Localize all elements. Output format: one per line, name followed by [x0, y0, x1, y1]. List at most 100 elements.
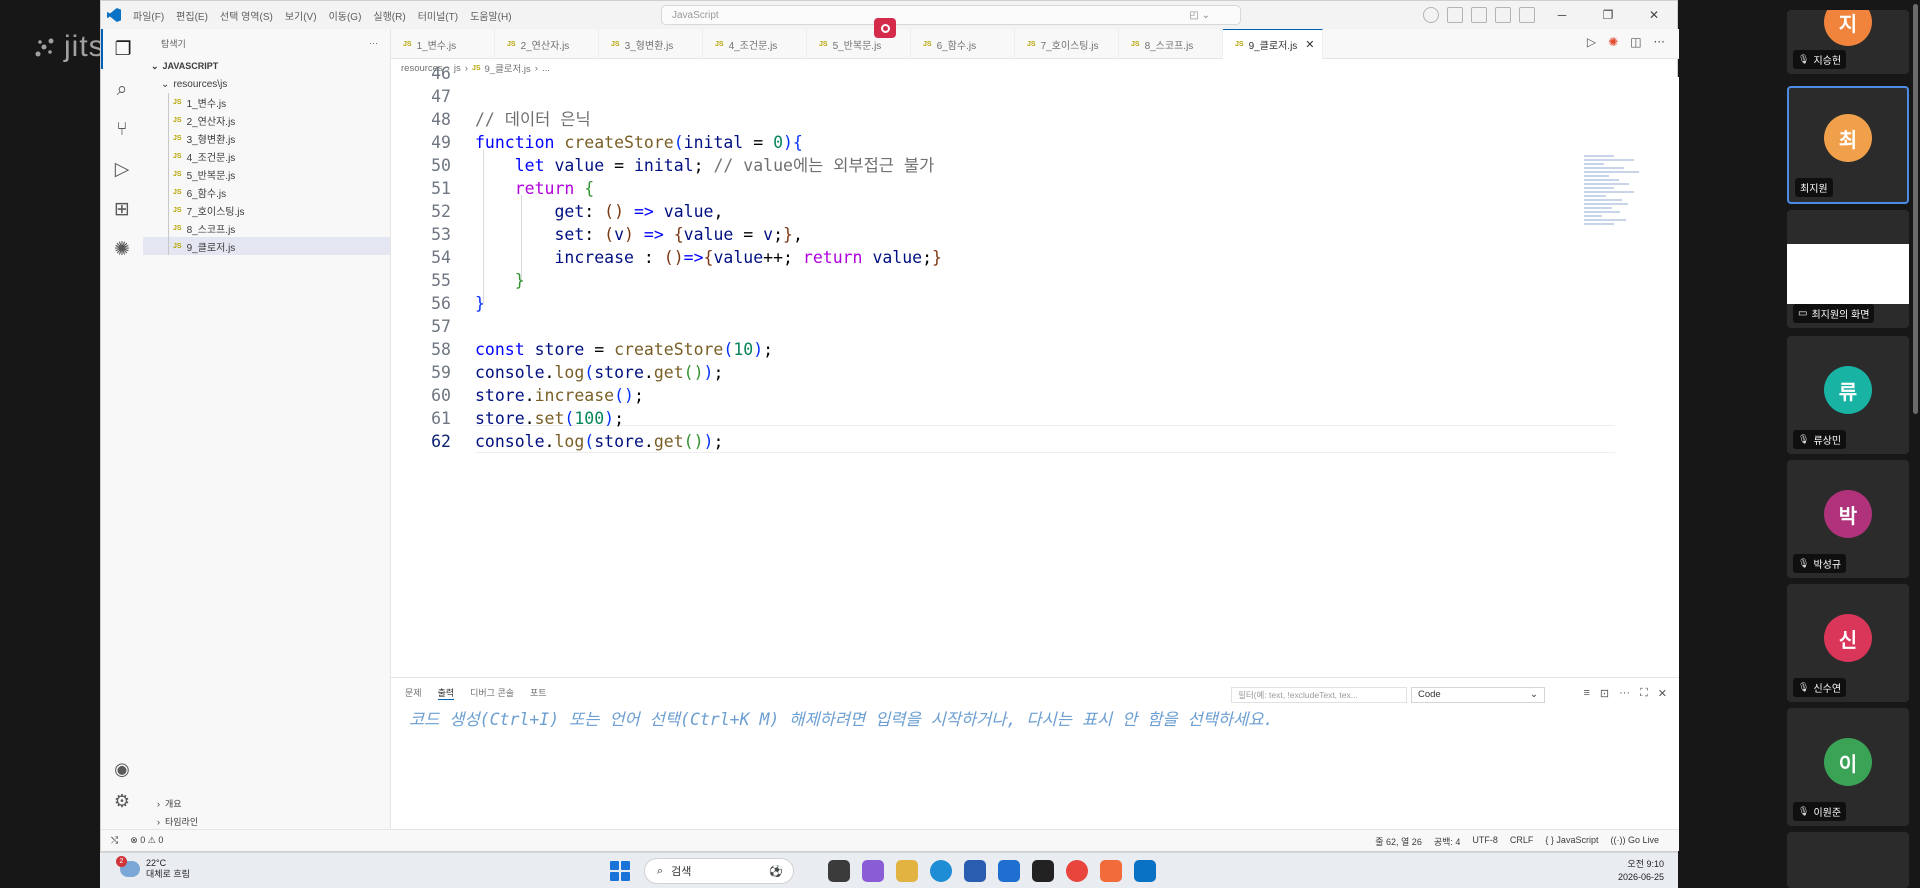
- participant-tile-active[interactable]: 최 최지원: [1787, 86, 1909, 204]
- search-icon[interactable]: ⌕: [101, 69, 143, 109]
- tab-4[interactable]: JS 4_조건문.js: [703, 29, 807, 59]
- more-actions-icon[interactable]: ···: [369, 38, 378, 48]
- tab-problems[interactable]: 문제: [405, 686, 422, 700]
- participant-tile[interactable]: 신 🎙 신수연: [1787, 584, 1909, 702]
- file-explorer-icon[interactable]: [896, 860, 918, 882]
- more-actions-icon[interactable]: ···: [1654, 35, 1665, 49]
- edge-icon[interactable]: [930, 860, 952, 882]
- participant-tile[interactable]: 류 🎙 류상민: [1787, 336, 1909, 454]
- menu-file[interactable]: 파일(F): [127, 8, 170, 23]
- split-editor-icon[interactable]: ◫: [1630, 35, 1641, 49]
- tab-debug-console[interactable]: 디버그 콘솔: [470, 686, 514, 700]
- indentation[interactable]: 공백: 4: [1434, 835, 1461, 848]
- taskbar-search[interactable]: ⌕ 검색 ⚽: [644, 858, 794, 884]
- copilot-icon[interactable]: ◰ ⌄: [1189, 10, 1210, 21]
- account-icon[interactable]: ◉: [101, 759, 143, 780]
- participant-tile[interactable]: 이 🎙 이원준: [1787, 708, 1909, 826]
- file-item-selected[interactable]: JS 9_클로저.js: [143, 237, 390, 255]
- tab-active[interactable]: JS 9_클로저.js ✕: [1223, 29, 1323, 59]
- chrome-icon[interactable]: [1066, 860, 1088, 882]
- lock-scroll-icon[interactable]: ⊡: [1600, 687, 1609, 700]
- go-live-button[interactable]: ((·)) Go Live: [1610, 835, 1659, 848]
- minimap[interactable]: [1584, 155, 1649, 265]
- output-channel-select[interactable]: Code ⌄: [1411, 687, 1545, 703]
- tab-1[interactable]: JS 1_변수.js: [391, 29, 495, 59]
- problems-count[interactable]: ⊗ 0 ⚠ 0: [130, 835, 163, 846]
- encoding[interactable]: UTF-8: [1472, 835, 1498, 848]
- close-panel-icon[interactable]: ✕: [1658, 687, 1667, 700]
- notion-icon[interactable]: [1032, 860, 1054, 882]
- toggle-sidebar-icon[interactable]: [1447, 7, 1463, 23]
- source-control-icon[interactable]: ⑂: [101, 109, 143, 149]
- minimize-button[interactable]: ─: [1539, 1, 1585, 29]
- mail-icon[interactable]: [998, 860, 1020, 882]
- record-indicator-icon[interactable]: [874, 18, 896, 38]
- outline-section[interactable]: › 개요: [143, 797, 182, 810]
- live-server-icon[interactable]: ✺: [101, 229, 143, 269]
- tab-output[interactable]: 출력: [437, 686, 455, 700]
- customize-layout-icon[interactable]: [1519, 7, 1535, 23]
- participant-tile-partial[interactable]: [1787, 832, 1909, 888]
- tab-3[interactable]: JS 3_형변환.js: [599, 29, 703, 59]
- store-app-icon[interactable]: [862, 860, 884, 882]
- live-preview-icon[interactable]: ✺: [1608, 35, 1618, 49]
- folder-resources-js[interactable]: ⌄ resources\js: [143, 75, 390, 93]
- file-item[interactable]: JS 5_반복문.js: [143, 165, 390, 183]
- workspace-folder[interactable]: ⌄ JAVASCRIPT: [143, 57, 390, 75]
- output-filter-input[interactable]: 필터(예: text, !excludeText, tex...: [1231, 687, 1407, 703]
- tab-2[interactable]: JS 2_연산자.js: [495, 29, 599, 59]
- menu-help[interactable]: 도움말(H): [464, 8, 517, 23]
- ms-store-icon[interactable]: [964, 860, 986, 882]
- run-file-icon[interactable]: ▷: [1587, 35, 1596, 49]
- command-center[interactable]: JavaScript ◰ ⌄: [661, 5, 1241, 25]
- cursor-position[interactable]: 줄 62, 열 26: [1375, 835, 1422, 848]
- close-tab-icon[interactable]: ✕: [1305, 38, 1314, 51]
- participants-scrollbar[interactable]: [1913, 4, 1918, 414]
- tab-8[interactable]: JS 8_스코프.js: [1119, 29, 1223, 59]
- more-actions-icon[interactable]: ···: [1619, 687, 1630, 700]
- file-item[interactable]: JS 4_조건문.js: [143, 147, 390, 165]
- editor-actions: ▷ ✺ ◫ ···: [1587, 35, 1665, 49]
- settings-gear-icon[interactable]: ⚙: [101, 791, 143, 812]
- toggle-panel-icon[interactable]: [1471, 7, 1487, 23]
- accounts-icon[interactable]: [1423, 7, 1439, 23]
- explorer-icon[interactable]: ❐: [101, 29, 143, 69]
- close-window-button[interactable]: ✕: [1631, 1, 1677, 29]
- language-mode[interactable]: { } JavaScript: [1545, 835, 1598, 848]
- code-editor[interactable]: 46 47 48// 데이터 은닉 49 function createStore…: [391, 64, 1679, 677]
- file-item[interactable]: JS 6_함수.js: [143, 183, 390, 201]
- maximize-panel-icon[interactable]: ⛶: [1640, 687, 1648, 700]
- toggle-secondary-sidebar-icon[interactable]: [1495, 7, 1511, 23]
- restore-button[interactable]: ❐: [1585, 1, 1631, 29]
- run-debug-icon[interactable]: ▷: [101, 149, 143, 189]
- file-item[interactable]: JS 2_연산자.js: [143, 111, 390, 129]
- menu-view[interactable]: 보기(V): [279, 8, 323, 23]
- windows-start-icon[interactable]: [610, 861, 630, 881]
- menu-terminal[interactable]: 터미널(T): [412, 8, 464, 23]
- remote-icon[interactable]: ⤭: [111, 835, 118, 846]
- tab-label: 4_조건문.js: [728, 40, 778, 52]
- menu-edit[interactable]: 편집(E): [170, 8, 214, 23]
- tab-7[interactable]: JS 7_호이스팅.js: [1015, 29, 1119, 59]
- screen-share-tile[interactable]: ▭ 최지원의 화면: [1787, 210, 1909, 328]
- menu-selection[interactable]: 선택 영역(S): [214, 8, 279, 23]
- live-share-app-icon[interactable]: [1100, 860, 1122, 882]
- end-of-line[interactable]: CRLF: [1510, 835, 1534, 848]
- vscode-taskbar-icon[interactable]: [1134, 860, 1156, 882]
- tab-ports[interactable]: 포트: [530, 686, 547, 700]
- menu-run[interactable]: 실행(R): [367, 8, 411, 23]
- participant-tile[interactable]: 박 🎙 박성규: [1787, 460, 1909, 578]
- file-item[interactable]: JS 7_호이스팅.js: [143, 201, 390, 219]
- clear-output-icon[interactable]: ≡: [1583, 687, 1589, 700]
- file-item[interactable]: JS 1_변수.js: [143, 93, 390, 111]
- task-view-icon[interactable]: [828, 860, 850, 882]
- file-item[interactable]: JS 3_형변환.js: [143, 129, 390, 147]
- participant-tile[interactable]: 지 🎙 지승헌: [1787, 10, 1909, 74]
- menu-go[interactable]: 이동(G): [323, 8, 368, 23]
- timeline-section[interactable]: › 타임라인: [143, 815, 198, 828]
- weather-widget[interactable]: 2 22°C 대체로 흐림: [114, 856, 190, 880]
- tab-6[interactable]: JS 6_함수.js: [911, 29, 1015, 59]
- extensions-icon[interactable]: ⊞: [101, 189, 143, 229]
- file-item[interactable]: JS 8_스코프.js: [143, 219, 390, 237]
- system-clock[interactable]: 오전 9:10 2026-06-25: [1618, 858, 1664, 884]
